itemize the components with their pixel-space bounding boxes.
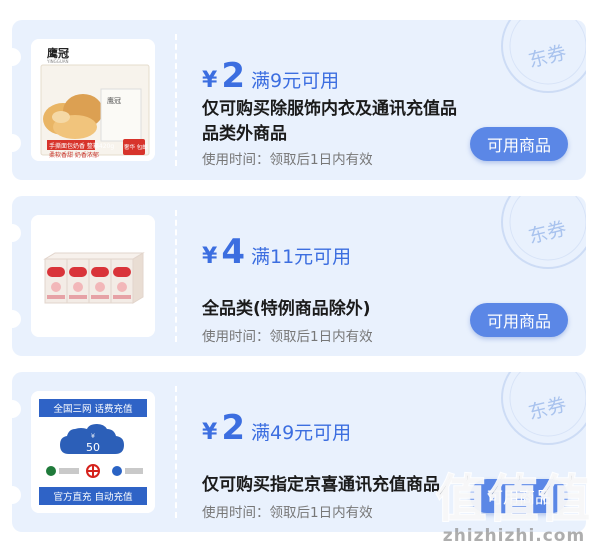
currency-symbol: ¥ <box>202 68 218 93</box>
currency-symbol: ¥ <box>202 420 218 445</box>
min-spend-condition: 满49元可用 <box>250 422 352 444</box>
brand-sub: YINGGUAN <box>46 59 68 64</box>
coupon-value: ¥ 4 满11元可用 <box>202 232 351 272</box>
divider <box>175 210 177 342</box>
coupon-description: 仅可购买指定京喜通讯充值商品 <box>202 475 440 495</box>
phone-recharge-card-image: 全国三网 话费充值 ¥ 50 官方直充 自动充值 <box>31 391 155 513</box>
product-thumbnail[interactable]: 全国三网 话费充值 ¥ 50 官方直充 自动充值 <box>31 391 155 513</box>
available-products-button[interactable]: 可用商品 <box>470 479 568 513</box>
min-spend-condition: 满9元可用 <box>250 70 340 92</box>
box-slogan: 柔软香甜 奶香浓郁 <box>49 151 99 159</box>
product-thumbnail[interactable]: 鹰冠 手撕面包奶香 整箱420g 柔软香甜 奶香浓郁 奢华 包邮 鹰冠 YING… <box>31 39 155 161</box>
coupon-card[interactable]: 东券 鹰冠 手撕面包奶香 整箱420g 柔软香甜 奶香浓郁 奢华 包邮 鹰冠 Y… <box>12 20 586 180</box>
box-text: 手撕面包奶香 整箱420g <box>49 142 114 150</box>
coupon-description: 全品类(特例商品除外) <box>202 299 371 319</box>
recharge-bottom-label: 官方直充 自动充值 <box>53 491 133 503</box>
recharge-top-label: 全国三网 话费充值 <box>53 403 133 415</box>
coupon-card[interactable]: 东券 ¥ 4 满11元可用 全品类(特例商品除外) 使用时间：领取后1日内有效 … <box>12 196 586 356</box>
validity-period: 使用时间：领取后1日内有效 <box>202 505 373 521</box>
face-value: 50 <box>86 441 100 454</box>
product-thumbnail[interactable] <box>31 215 155 337</box>
coupon-value: ¥ 2 满9元可用 <box>202 56 339 96</box>
box-badge: 奢华 包邮 <box>124 143 148 151</box>
brand-logo: 鹰冠 <box>47 46 69 60</box>
validity-period: 使用时间：领取后1日内有效 <box>202 152 373 168</box>
available-products-button[interactable]: 可用商品 <box>470 303 568 337</box>
face-currency: ¥ <box>91 432 95 440</box>
discount-amount: 2 <box>221 56 245 96</box>
bread-box-image: 鹰冠 手撕面包奶香 整箱420g 柔软香甜 奶香浓郁 奢华 包邮 鹰冠 YING… <box>31 39 155 161</box>
box-brand: 鹰冠 <box>107 96 121 105</box>
available-products-button[interactable]: 可用商品 <box>470 127 568 161</box>
coupon-card[interactable]: 东券 全国三网 话费充值 ¥ 50 官方直充 自动充值 ¥ 2 满49元可用 仅… <box>12 372 586 532</box>
coupon-description: 仅可购买除服饰内衣及通讯充值品品类外商品 <box>202 99 457 144</box>
coupon-value: ¥ 2 满49元可用 <box>202 408 351 448</box>
discount-amount: 2 <box>221 408 245 448</box>
divider <box>175 34 177 166</box>
currency-symbol: ¥ <box>202 244 218 269</box>
validity-period: 使用时间：领取后1日内有效 <box>202 329 373 345</box>
divider <box>175 386 177 518</box>
discount-amount: 4 <box>221 232 245 272</box>
drink-pack-image <box>31 215 155 337</box>
min-spend-condition: 满11元可用 <box>250 246 352 268</box>
